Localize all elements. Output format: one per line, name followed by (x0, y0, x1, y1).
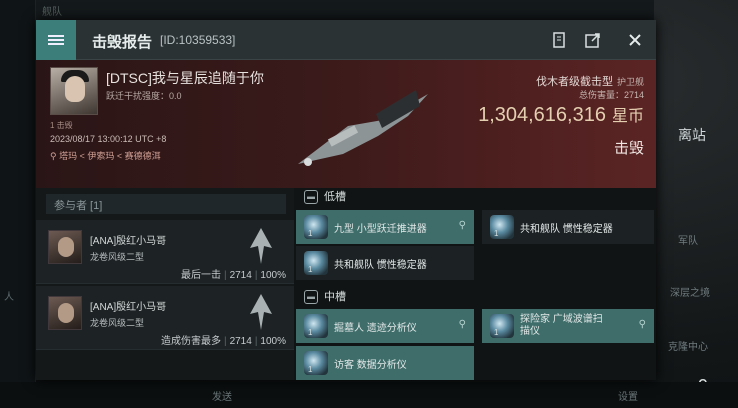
pin-icon[interactable]: ⚲ (459, 220, 466, 231)
warp-scramble-strength: 跃迁干扰强度：0.0 (106, 91, 182, 101)
module-name: 掘墓人 遗迹分析仪 (334, 322, 417, 334)
background-topbar: 舰队 (36, 0, 654, 20)
attacker-ship-icon (250, 228, 272, 264)
background-bottombar: 发送 设置 (0, 382, 738, 408)
mid-slot-icon: ▬ (304, 290, 318, 305)
isk-loss-value: 1,304,616,316 (478, 104, 606, 126)
window-header: 击毁报告 [ID:10359533] (36, 20, 656, 60)
module-item[interactable]: 1 掘墓人 遗迹分析仪 ⚲ (296, 309, 474, 343)
attacker-label: 造成伤害最多 (160, 336, 221, 347)
module-item[interactable]: 1 共和舰队 惯性稳定器 (296, 246, 474, 280)
mid-slot-header: ▬ 中槽 (304, 288, 346, 306)
victim-avatar[interactable] (50, 67, 98, 115)
attackers-header: 参与者 [1] (46, 194, 286, 214)
kill-id[interactable]: [ID:10359533] (160, 33, 235, 47)
right-menu-item[interactable]: 深层之境 (670, 284, 710, 299)
share-icon[interactable] (582, 29, 604, 51)
victim-name[interactable]: [DTSC]我与星辰追随于你 (106, 68, 264, 88)
module-icon: 1 (490, 314, 514, 338)
pin-icon[interactable]: ⚲ (639, 319, 646, 330)
undock-button[interactable]: 离站 (678, 125, 706, 145)
attacker-row[interactable]: [ANA]殷红小马哥 龙卷风级二型 最后一击 | 2714 | 100% (36, 220, 294, 284)
background-left-label: 人 (4, 292, 14, 303)
isk-loss: 1,304,616,316 星币 (478, 102, 644, 127)
kill-report-window: 击毁报告 [ID:10359533] [DTSC]我与星辰追随于你 跃迁干扰强度… (36, 20, 656, 380)
attacker-label: 最后一击 (180, 270, 221, 281)
module-icon: 1 (304, 351, 328, 375)
background-right-panel: 离站 军队 深层之境 克隆中心 9 (654, 0, 738, 408)
attacker-stats: 造成伤害最多 | 2714 | 100% (160, 336, 286, 347)
pin-icon[interactable]: ⚲ (459, 319, 466, 330)
kill-location[interactable]: ⚲ 塔玛 < 伊索玛 < 赛德德洱 (50, 149, 161, 162)
attacker-percent: 100% (260, 270, 286, 281)
background-top-label: 舰队 (42, 7, 62, 18)
module-item[interactable]: 1 访客 数据分析仪 (296, 346, 474, 380)
right-menu-item[interactable]: 军队 (678, 232, 698, 247)
close-icon[interactable] (624, 29, 646, 51)
ship-type: 伐木者级截击型 护卫舰 (536, 73, 644, 89)
total-damage-value: 2714 (623, 90, 644, 100)
module-name: 探险家 广域波谱扫描仪 (520, 314, 603, 337)
low-slot-header: ▬ 低槽 (304, 188, 346, 206)
kill-time: 2023/08/17 13:00:12 UTC +8 (50, 134, 167, 144)
module-qty: 1 (308, 265, 313, 274)
module-qty: 1 (494, 229, 499, 238)
module-name: 共和舰队 惯性稳定器 (520, 223, 613, 235)
module-qty: 1 (308, 365, 313, 374)
destroyed-status: 击毁 (613, 140, 644, 157)
location-text: 塔玛 < 伊索玛 < 赛德德洱 (59, 151, 161, 161)
module-icon: 1 (304, 215, 328, 239)
location-pin-icon: ⚲ (50, 151, 60, 161)
module-name: 共和舰队 惯性稳定器 (334, 259, 427, 271)
module-icon: 1 (304, 314, 328, 338)
mid-slot-label: 中槽 (324, 291, 346, 303)
attacker-percent: 100% (260, 336, 286, 347)
module-item[interactable]: 1 共和舰队 惯性稳定器 (482, 210, 654, 244)
attackers-panel: 参与者 [1] [ANA]殷红小马哥 龙卷风级二型 最后一击 | 2714 | 100%… (36, 188, 294, 380)
module-icon: 1 (304, 251, 328, 275)
module-item[interactable]: 1 探险家 广域波谱扫描仪 ⚲ (482, 309, 654, 343)
low-slot-label: 低槽 (324, 191, 346, 203)
low-slot-icon: ▬ (304, 190, 318, 205)
bottom-left-label[interactable]: 发送 (212, 388, 232, 403)
currency-label: 星币 (611, 108, 644, 125)
module-item[interactable]: 1 九型 小型跃迁推进器 ⚲ (296, 210, 474, 244)
module-qty: 1 (494, 328, 499, 337)
attacker-row[interactable]: [ANA]殷红小马哥 龙卷风级二型 造成伤害最多 | 2714 | 100% (36, 286, 294, 350)
total-damage: 总伤害量：2714 (579, 88, 644, 101)
bottom-right-label[interactable]: 设置 (618, 388, 638, 403)
attacker-ship: 龙卷风级二型 (90, 252, 145, 262)
attacker-avatar[interactable] (48, 230, 82, 264)
ship-class: 护卫舰 (616, 77, 644, 87)
attacker-avatar[interactable] (48, 296, 82, 330)
victim-rank: 1 击毁 (50, 121, 73, 130)
module-name: 访客 数据分析仪 (334, 359, 407, 371)
module-name: 九型 小型跃迁推进器 (334, 223, 427, 235)
ship-type-name[interactable]: 伐木者级截击型 (536, 76, 613, 88)
module-icon: 1 (490, 215, 514, 239)
ship-image (298, 90, 428, 166)
module-qty: 1 (308, 328, 313, 337)
attacker-name[interactable]: [ANA]殷红小马哥 (90, 298, 166, 313)
background-left-panel: 人 (0, 0, 36, 408)
attacker-name[interactable]: [ANA]殷红小马哥 (90, 232, 166, 247)
victim-banner: [DTSC]我与星辰追随于你 跃迁干扰强度：0.0 1 击毁 2023/08/1… (36, 60, 656, 188)
right-menu-item[interactable]: 克隆中心 (668, 338, 708, 353)
attacker-ship-icon (250, 294, 272, 330)
fitting-panel: ▬ 低槽 1 九型 小型跃迁推进器 ⚲ 1 共和舰队 惯性稳定器 1 共和舰队 惯… (294, 188, 656, 380)
menu-button[interactable] (36, 20, 76, 60)
attacker-stats: 最后一击 | 2714 | 100% (180, 270, 286, 281)
attacker-damage: 2714 (229, 270, 252, 281)
window-title: 击毁报告 (92, 34, 153, 51)
module-qty: 1 (308, 229, 313, 238)
attacker-damage: 2714 (229, 336, 252, 347)
total-damage-label: 总伤害量： (578, 90, 624, 100)
hamburger-icon (48, 33, 64, 47)
notebook-icon[interactable] (548, 29, 570, 51)
attacker-ship: 龙卷风级二型 (90, 318, 145, 328)
